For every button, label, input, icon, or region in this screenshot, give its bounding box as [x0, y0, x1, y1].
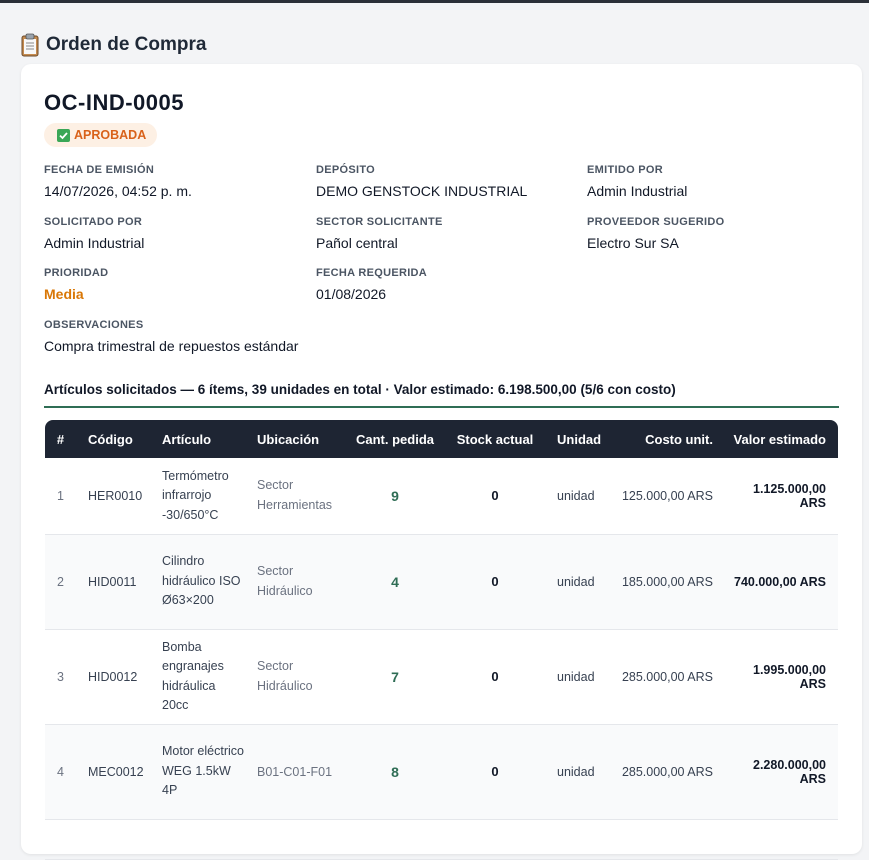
- summary-divider: [44, 406, 839, 408]
- table-row: 3 HID0012 Bomba engranajes hidráulica 20…: [45, 629, 838, 725]
- field-value: Admin Industrial: [587, 183, 688, 199]
- row-qty: 8: [345, 724, 445, 820]
- top-bar: [0, 0, 869, 3]
- field-prioridad: PRIORIDAD Media: [44, 267, 108, 302]
- row-code: HID0012: [76, 629, 150, 725]
- col-header[interactable]: Valor estimado: [725, 420, 838, 458]
- row-unit-cost: 285.000,00 ARS: [612, 629, 725, 725]
- field-label: DEPÓSITO: [316, 164, 376, 176]
- field-label: EMITIDO POR: [587, 164, 664, 176]
- row-code: HID0011: [76, 534, 150, 630]
- field-label: PROVEEDOR SUGERIDO: [587, 216, 725, 228]
- row-article: Cilindro hidráulico ISO Ø63×200: [150, 534, 245, 630]
- row-unit: unidad: [545, 458, 612, 535]
- field-value: 01/08/2026: [316, 286, 387, 302]
- field-value: DEMO GENSTOCK INDUSTRIAL: [316, 183, 528, 199]
- field-fecha-requerida: FECHA REQUERIDA 01/08/2026: [316, 267, 427, 302]
- row-qty: 4: [345, 534, 445, 630]
- items-table: # Código Artículo Ubicación Cant. pedida…: [45, 420, 838, 860]
- col-header: #: [45, 420, 76, 458]
- check-icon: [57, 128, 70, 142]
- col-header[interactable]: Ubicación: [245, 420, 345, 458]
- field-value: 14/07/2026, 04:52 p. m.: [44, 183, 192, 199]
- page-title-text: Orden de Compra: [46, 34, 207, 55]
- field-label: FECHA REQUERIDA: [316, 267, 428, 279]
- row-location: Sector Herramientas: [245, 458, 345, 535]
- field-value: Compra trimestral de repuestos estándar: [44, 338, 299, 354]
- col-header[interactable]: Stock actual: [445, 420, 545, 458]
- field-deposito: DEPÓSITO DEMO GENSTOCK INDUSTRIAL: [316, 164, 527, 199]
- row-total: 740.000,00 ARS: [725, 534, 838, 630]
- row-location: B01-C01-F01: [245, 724, 345, 820]
- table-row: 1 HER0010 Termómetro infrarrojo -30/650°…: [45, 458, 838, 535]
- row-location: Sector Hidráulico: [245, 534, 345, 630]
- row-article: Termómetro infrarrojo -30/650°C: [150, 458, 245, 535]
- table-row: [45, 819, 838, 860]
- col-header[interactable]: Cant. pedida: [345, 420, 445, 458]
- row-stock: 0: [445, 534, 545, 630]
- row-unit-cost: 185.000,00 ARS: [612, 534, 725, 630]
- row-index: 1: [45, 458, 76, 535]
- row-index: 3: [45, 629, 76, 725]
- field-value: Electro Sur SA: [587, 235, 679, 251]
- col-header[interactable]: Artículo: [150, 420, 245, 458]
- row-article: Motor eléctrico WEG 1.5kW 4P: [150, 724, 245, 820]
- items-table-wrapper: # Código Artículo Ubicación Cant. pedida…: [45, 420, 838, 860]
- row-total: 1.125.000,00 ARS: [725, 458, 838, 535]
- row-index: 2: [45, 534, 76, 630]
- table-row: 2 HID0011 Cilindro hidráulico ISO Ø63×20…: [45, 534, 838, 630]
- field-sector: SECTOR SOLICITANTE Pañol central: [316, 216, 443, 251]
- row-code: MEC0012: [76, 724, 150, 820]
- row-unit: unidad: [545, 724, 612, 820]
- field-proveedor: PROVEEDOR SUGERIDO Electro Sur SA: [587, 216, 724, 251]
- col-header[interactable]: Unidad: [545, 420, 612, 458]
- table-row: 4 MEC0012 Motor eléctrico WEG 1.5kW 4P B…: [45, 724, 838, 820]
- row-article: Bomba engranajes hidráulica 20cc: [150, 629, 245, 725]
- field-label: SOLICITADO POR: [44, 216, 143, 228]
- row-total: 2.280.000,00 ARS: [725, 724, 838, 820]
- row-unit-cost: 285.000,00 ARS: [612, 724, 725, 820]
- table-header-row: # Código Artículo Ubicación Cant. pedida…: [45, 420, 838, 458]
- row-index: 4: [45, 724, 76, 820]
- table-row-partial: [45, 819, 838, 860]
- order-number: OC-IND-0005: [44, 90, 184, 115]
- items-summary: Artículos solicitados — 6 ítems, 39 unid…: [44, 382, 676, 397]
- row-qty: 9: [345, 458, 445, 535]
- col-header[interactable]: Costo unit.: [612, 420, 725, 458]
- field-observaciones: OBSERVACIONES Compra trimestral de repue…: [44, 319, 298, 354]
- field-fecha-emision: FECHA DE EMISIÓN 14/07/2026, 04:52 p. m.: [44, 164, 192, 199]
- field-value: Admin Industrial: [44, 235, 145, 251]
- row-qty: 7: [345, 629, 445, 725]
- field-label: PRIORIDAD: [44, 267, 109, 279]
- status-text: APROBADA: [74, 128, 147, 142]
- field-solicitado-por: SOLICITADO POR Admin Industrial: [44, 216, 144, 251]
- row-unit: unidad: [545, 534, 612, 630]
- col-header[interactable]: Código: [76, 420, 150, 458]
- row-unit: unidad: [545, 629, 612, 725]
- row-stock: 0: [445, 629, 545, 725]
- field-value: Pañol central: [316, 235, 398, 251]
- field-label: SECTOR SOLICITANTE: [316, 216, 443, 228]
- row-stock: 0: [445, 724, 545, 820]
- row-code: HER0010: [76, 458, 150, 535]
- field-label: OBSERVACIONES: [44, 319, 144, 331]
- row-stock: 0: [445, 458, 545, 535]
- field-label: FECHA DE EMISIÓN: [44, 164, 155, 176]
- priority-value: Media: [44, 286, 84, 302]
- status-badge: APROBADA: [44, 123, 158, 147]
- order-card: OC-IND-0005 APROBADA FECHA DE EMISIÓN 14…: [21, 64, 862, 860]
- row-total: 1.995.000,00 ARS: [725, 629, 838, 725]
- row-unit-cost: 125.000,00 ARS: [612, 458, 725, 535]
- clipboard-icon: [20, 33, 40, 57]
- field-emitido-por: EMITIDO POR Admin Industrial: [587, 164, 687, 199]
- row-location: Sector Hidráulico: [245, 629, 345, 725]
- page-title: Orden de Compra: [20, 33, 206, 57]
